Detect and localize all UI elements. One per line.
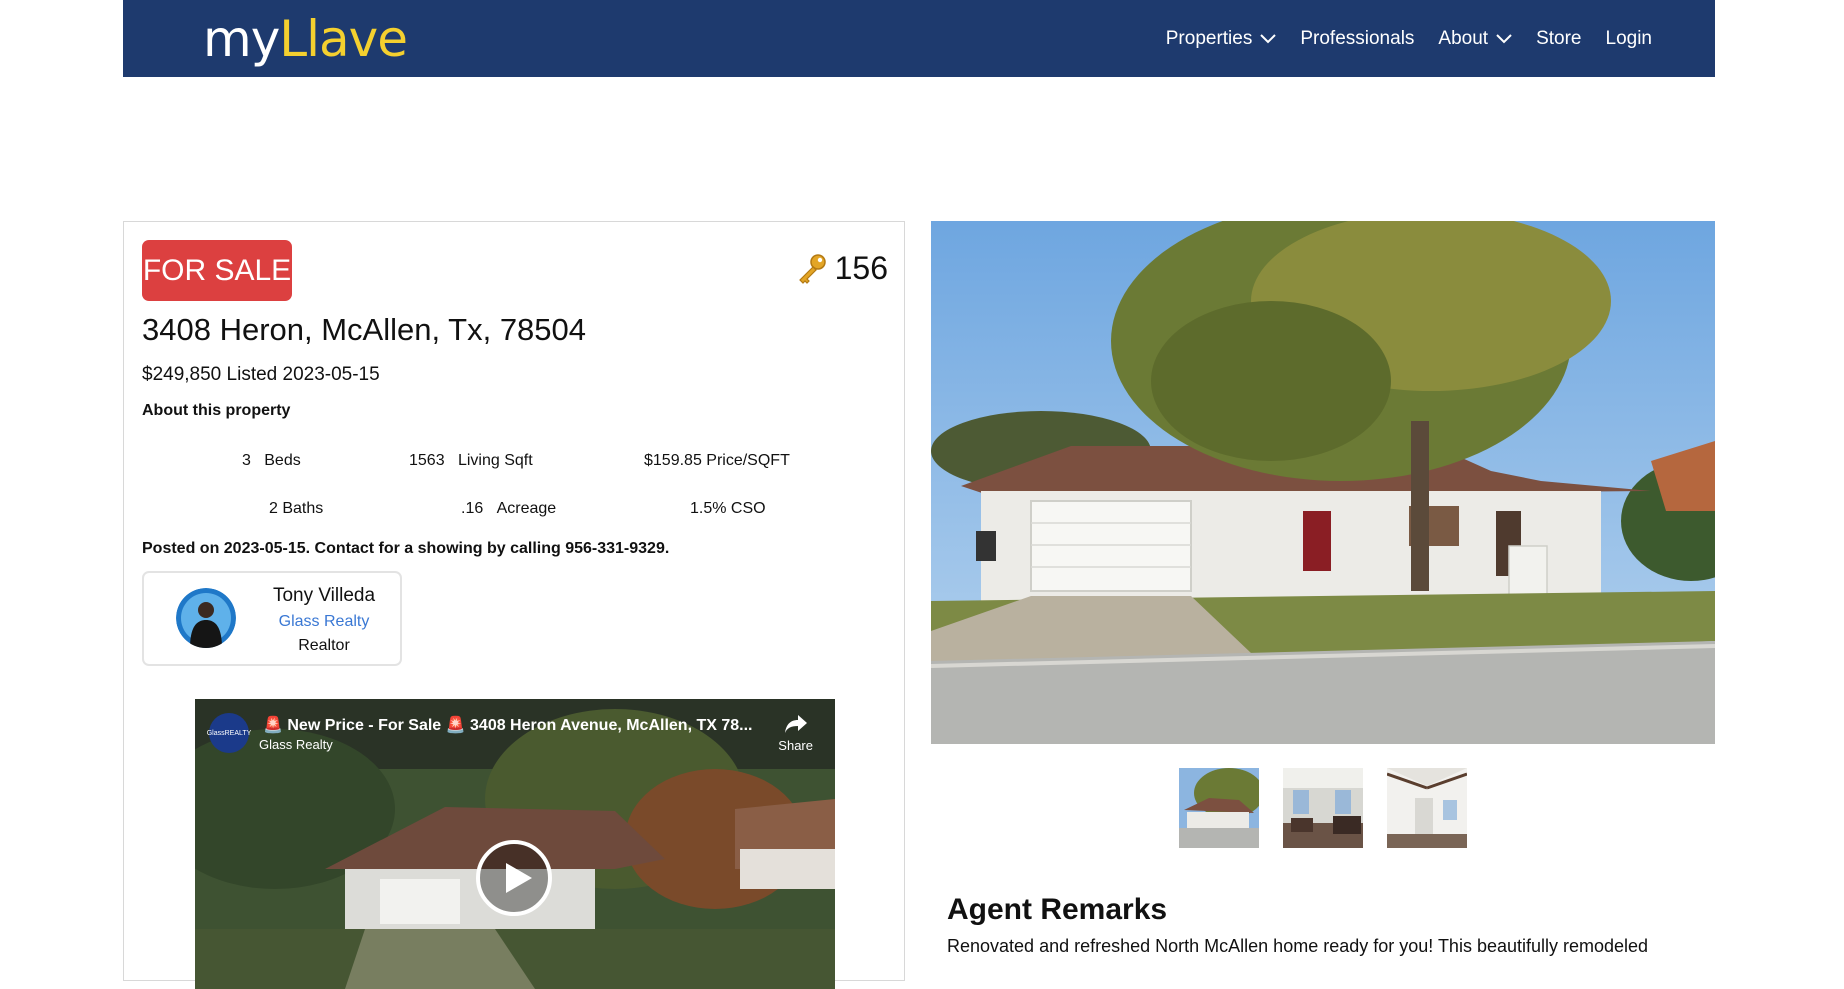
nav-store[interactable]: Store xyxy=(1536,28,1581,50)
price-per-sqft: $159.85 Price/SQFT xyxy=(644,452,790,469)
beds-value: 3 xyxy=(242,452,251,469)
sqft-stat: 1563 Living Sqft xyxy=(409,452,533,470)
price-listed: $249,850 Listed 2023-05-15 xyxy=(142,364,380,385)
play-icon[interactable] xyxy=(475,839,553,917)
nav-login-label: Login xyxy=(1605,27,1653,49)
keys-count: 156 xyxy=(834,250,888,286)
agent-remarks-heading: Agent Remarks xyxy=(947,893,1168,926)
nav-about-dropdown[interactable]: About xyxy=(1438,28,1512,50)
agent-name: Tony Villeda xyxy=(272,585,376,606)
brand-logo[interactable]: myLlave xyxy=(203,10,408,68)
beds-stat: 3 Beds xyxy=(242,452,301,470)
thumbnail-hallway[interactable] xyxy=(1387,768,1467,848)
video-title[interactable]: 🚨 New Price - For Sale 🚨 3408 Heron Aven… xyxy=(263,715,752,735)
sqft-label: Living Sqft xyxy=(457,452,533,469)
brand-my: my xyxy=(203,10,280,68)
nav-properties-dropdown[interactable]: Properties xyxy=(1166,28,1277,50)
key-icon xyxy=(798,253,826,284)
video-embed[interactable]: GlassREALTY 🚨 New Price - For Sale 🚨 340… xyxy=(195,699,835,989)
posted-contact-text: Posted on 2023-05-15. Contact for a show… xyxy=(142,540,670,557)
nav-properties-label: Properties xyxy=(1165,27,1253,49)
agent-remarks-text: Renovated and refreshed North McAllen ho… xyxy=(947,936,1649,956)
acreage-stat: .16 Acreage xyxy=(461,500,556,518)
nav-store-label: Store xyxy=(1536,27,1582,49)
about-heading: About this property xyxy=(142,402,291,419)
cso-stat: 1.5% CSO xyxy=(690,500,766,517)
acreage-value: .16 xyxy=(461,500,484,517)
top-navbar: myLlave Properties Professionals About S… xyxy=(123,0,1715,77)
channel-logo[interactable]: GlassREALTY xyxy=(207,713,251,753)
house-photo xyxy=(931,221,1715,744)
chevron-down-icon xyxy=(1260,33,1277,43)
nav-about-label: About xyxy=(1438,27,1489,49)
keys-counter: 156 xyxy=(795,250,888,287)
share-label: Share xyxy=(778,738,813,753)
nav-login[interactable]: Login xyxy=(1606,28,1653,50)
share-button[interactable]: Share xyxy=(778,713,813,753)
share-icon xyxy=(784,715,807,733)
agent-card[interactable]: Tony Villeda Glass Realty Realtor xyxy=(142,571,402,666)
avatar xyxy=(176,588,236,648)
thumbnail-living-room[interactable] xyxy=(1283,768,1363,848)
photo-thumbnails xyxy=(1179,768,1467,848)
listing-card: FOR SALE 156 3408 Heron, McAllen, Tx, 78… xyxy=(123,221,905,989)
acreage-label: Acreage xyxy=(496,500,557,517)
main-nav: Properties Professionals About Store Log… xyxy=(1166,0,1652,77)
brand-llave: Llave xyxy=(279,10,408,68)
thumbnail-exterior[interactable] xyxy=(1179,768,1259,848)
beds-label: Beds xyxy=(264,452,301,469)
baths-stat: 2 Baths xyxy=(269,500,324,517)
nav-professionals-label: Professionals xyxy=(1300,27,1415,49)
agent-role: Realtor xyxy=(298,637,350,654)
chevron-down-icon xyxy=(1496,33,1512,43)
listing-address: 3408 Heron, McAllen, Tx, 78504 xyxy=(142,312,587,347)
sqft-value: 1563 xyxy=(409,452,445,469)
agent-company-link[interactable]: Glass Realty xyxy=(244,613,404,631)
video-channel[interactable]: Glass Realty xyxy=(259,737,333,752)
nav-professionals[interactable]: Professionals xyxy=(1300,28,1414,50)
main-property-photo[interactable] xyxy=(931,221,1715,744)
for-sale-badge: FOR SALE xyxy=(142,240,292,301)
